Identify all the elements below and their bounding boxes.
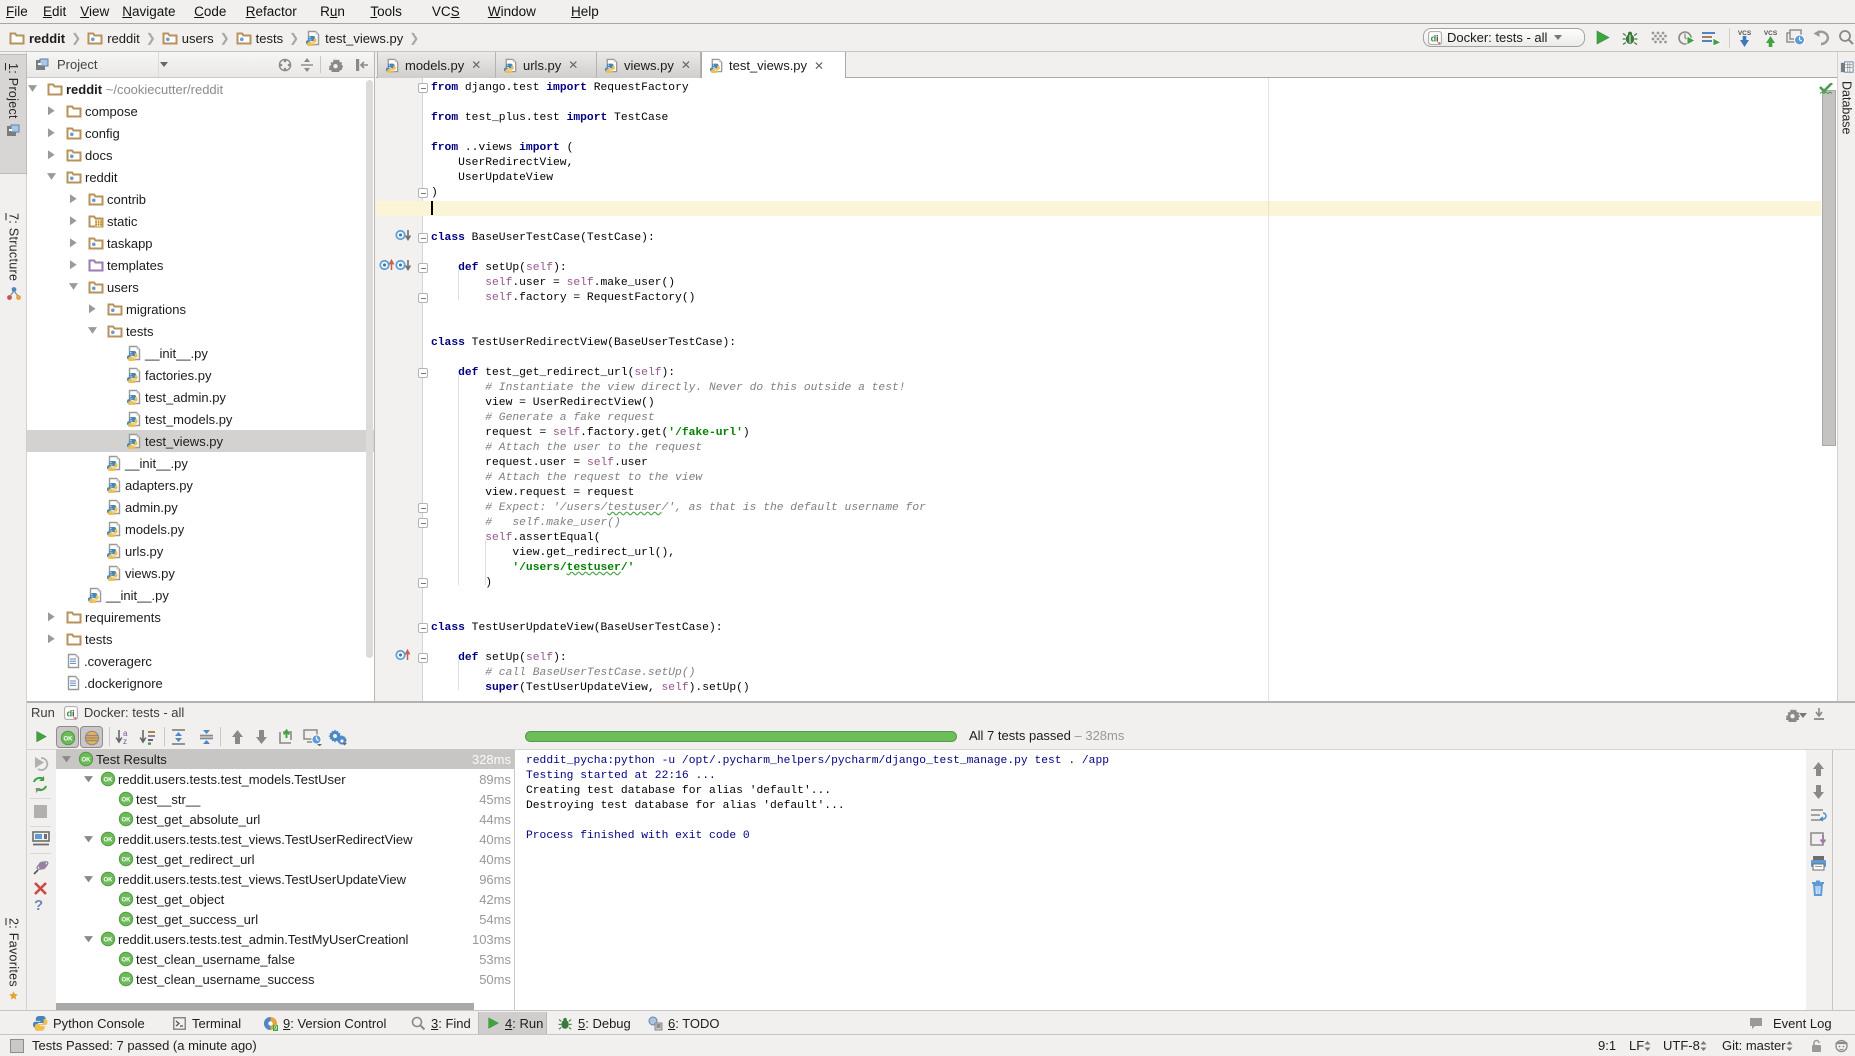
svg-text:VCS: VCS [1764,30,1778,37]
svg-text:z: z [123,737,127,745]
svg-text:VCS: VCS [1738,30,1752,37]
